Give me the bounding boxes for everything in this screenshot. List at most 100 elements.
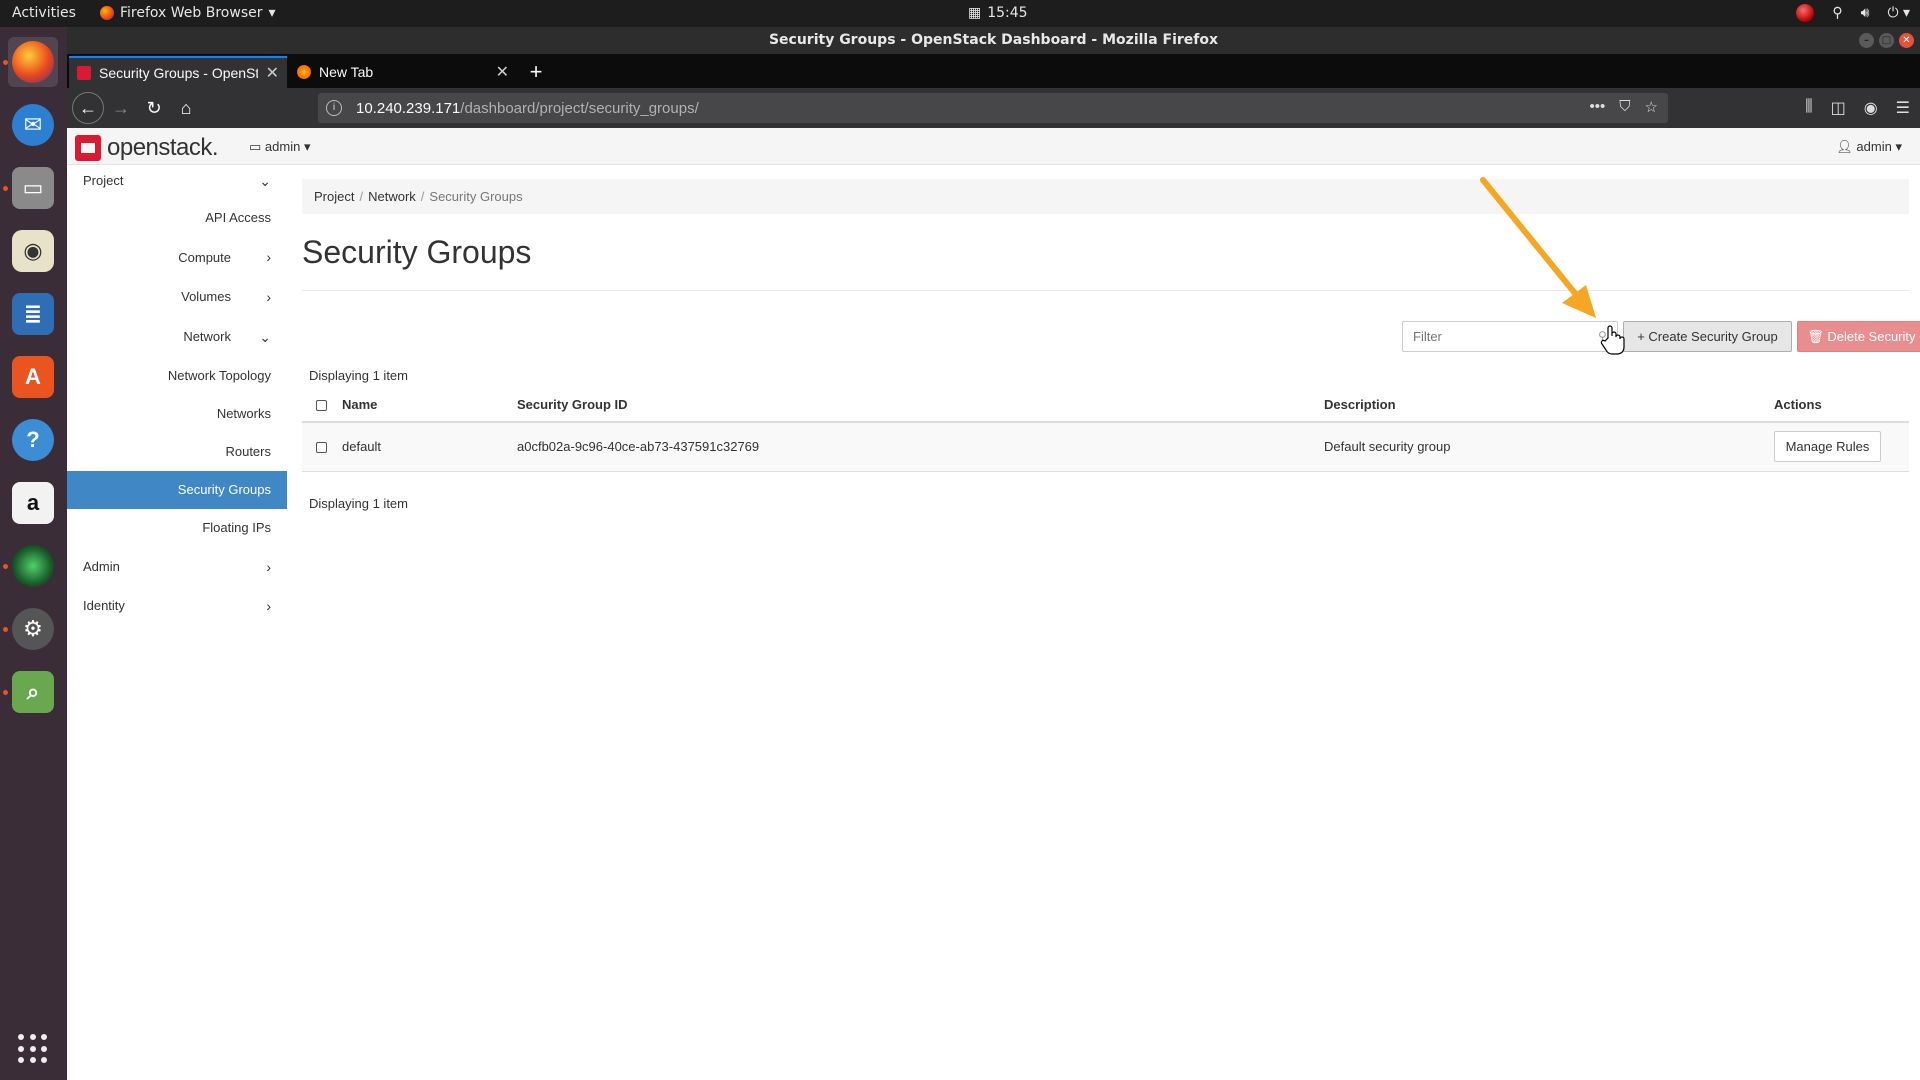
delete-security-groups-button[interactable]: 🗑︎ Delete Security Groups bbox=[1797, 321, 1920, 352]
sidebar-item-compute[interactable]: Compute › bbox=[67, 238, 287, 277]
sidebar-item-label: Floating IPs bbox=[202, 520, 271, 535]
dock-rhythmbox[interactable]: ◉ bbox=[8, 226, 58, 276]
volume-icon[interactable]: 🔊︎ bbox=[1861, 5, 1870, 21]
hamburger-menu-icon[interactable]: ☰ bbox=[1896, 98, 1910, 118]
sidebar-item-routers[interactable]: Routers bbox=[67, 433, 287, 471]
project-icon: ▭ bbox=[249, 139, 262, 154]
sidebar-item-network-topology[interactable]: Network Topology bbox=[67, 357, 287, 395]
title-divider bbox=[302, 290, 1909, 291]
chevron-down-icon: ⌄ bbox=[259, 329, 271, 345]
create-security-group-button[interactable]: + Create Security Group bbox=[1623, 321, 1792, 352]
window-title-bar: Security Groups - OpenStack Dashboard - … bbox=[67, 27, 1920, 54]
manage-rules-button[interactable]: Manage Rules bbox=[1774, 431, 1881, 463]
row-checkbox[interactable] bbox=[316, 442, 327, 454]
window-controls: – □ ✕ bbox=[1859, 33, 1914, 48]
sidebar-item-identity[interactable]: Identity › bbox=[67, 587, 287, 625]
network-icon[interactable]: ⚲ bbox=[1832, 5, 1842, 21]
security-groups-table: Name Security Group ID Description Actio… bbox=[302, 387, 1909, 472]
image-viewer-icon: ⌕ bbox=[12, 671, 54, 713]
site-info-icon[interactable]: i bbox=[326, 100, 342, 116]
chevron-right-icon: › bbox=[266, 559, 271, 575]
user-menu[interactable]: 👤︎ admin ▾ bbox=[1836, 139, 1902, 155]
column-security-group-id[interactable]: Security Group ID bbox=[517, 387, 1324, 423]
browser-tools: ⫼ ◫ ◉ ☰ bbox=[1805, 98, 1910, 118]
trash-icon: 🗑︎ bbox=[1807, 328, 1824, 344]
sidebar: Project ⌄ API Access Compute › Volumes ›… bbox=[67, 165, 287, 625]
cell-name: default bbox=[342, 422, 517, 472]
minimize-button[interactable]: – bbox=[1859, 33, 1874, 48]
openstack-logo[interactable]: openstack. bbox=[75, 134, 219, 162]
firefox-favicon-icon bbox=[297, 65, 311, 79]
mail-icon: ✉ bbox=[12, 104, 54, 146]
column-name[interactable]: Name bbox=[342, 387, 517, 423]
column-description[interactable]: Description bbox=[1324, 387, 1774, 423]
cell-security-group-id[interactable]: a0cfb02a-9c96-40ce-ab73-437591c32769 bbox=[517, 422, 1324, 472]
app-menu[interactable]: Firefox Web Browser ▾ bbox=[100, 5, 276, 21]
dock-firefox[interactable] bbox=[8, 37, 58, 87]
maximize-button[interactable]: □ bbox=[1879, 33, 1894, 48]
sidebar-item-project[interactable]: Project ⌄ bbox=[67, 165, 287, 198]
running-indicator bbox=[3, 564, 8, 569]
activities-button[interactable]: Activities bbox=[12, 5, 76, 21]
sidebar-item-label: Admin bbox=[83, 559, 120, 574]
library-icon[interactable]: ⫼ bbox=[1805, 98, 1812, 118]
sidebar-item-floating-ips[interactable]: Floating IPs bbox=[67, 509, 287, 547]
project-selector[interactable]: ▭ admin ▾ bbox=[249, 139, 311, 155]
home-button[interactable]: ⌂ bbox=[172, 94, 200, 122]
help-icon: ? bbox=[12, 419, 54, 461]
sidebar-toggle-icon[interactable]: ◫ bbox=[1831, 98, 1846, 118]
dock-software[interactable]: A bbox=[8, 352, 58, 402]
account-icon[interactable]: ◉ bbox=[1864, 98, 1878, 118]
dock-files[interactable]: ▭ bbox=[8, 163, 58, 213]
dock-image-viewer[interactable]: ⌕ bbox=[8, 667, 58, 717]
sidebar-item-security-groups[interactable]: Security Groups bbox=[67, 471, 287, 509]
delete-button-label: Delete Security Groups bbox=[1827, 328, 1920, 344]
sidebar-item-api-access[interactable]: API Access bbox=[67, 198, 287, 238]
dock-writer[interactable]: ≣ bbox=[8, 289, 58, 339]
settings-icon: ⚙ bbox=[12, 608, 54, 650]
close-tab-icon[interactable]: ✕ bbox=[496, 62, 509, 82]
firefox-icon bbox=[100, 6, 114, 20]
show-applications-icon[interactable] bbox=[18, 1034, 48, 1064]
sidebar-item-networks[interactable]: Networks bbox=[67, 395, 287, 433]
back-button[interactable]: ← bbox=[72, 92, 104, 124]
tab-security-groups[interactable]: Security Groups - OpenStack Dashboard ✕ bbox=[69, 56, 287, 88]
page-actions-icon[interactable]: ••• bbox=[1590, 98, 1606, 116]
dock-help[interactable]: ? bbox=[8, 415, 58, 465]
sidebar-item-network[interactable]: Network ⌄ bbox=[67, 317, 287, 357]
forward-button[interactable]: → bbox=[107, 94, 135, 122]
pocket-icon[interactable]: ⛉ bbox=[1619, 98, 1630, 116]
breadcrumb-project[interactable]: Project bbox=[314, 189, 354, 204]
select-all-checkbox[interactable] bbox=[316, 399, 327, 411]
breadcrumb-network[interactable]: Network bbox=[368, 189, 416, 204]
new-tab-button[interactable]: + bbox=[522, 58, 550, 86]
url-bar[interactable]: i 10.240.239.171/dashboard/project/secur… bbox=[318, 93, 1668, 123]
caret-down-icon: ▾ bbox=[1895, 139, 1902, 154]
close-tab-icon[interactable]: ✕ bbox=[266, 63, 279, 83]
sidebar-item-volumes[interactable]: Volumes › bbox=[67, 277, 287, 317]
writer-icon: ≣ bbox=[12, 293, 54, 335]
bookmark-star-icon[interactable]: ☆ bbox=[1645, 98, 1658, 116]
search-icon[interactable]: ⚲ bbox=[1598, 329, 1607, 343]
system-tray: ⚲ 🔊︎ ⏻ ▾ bbox=[1796, 4, 1910, 22]
sidebar-item-label: Network bbox=[183, 329, 231, 344]
indicator-icon[interactable] bbox=[1796, 4, 1815, 22]
chevron-right-icon: › bbox=[266, 249, 271, 265]
running-indicator bbox=[3, 186, 8, 191]
project-selector-label: admin bbox=[264, 139, 301, 154]
dock-thunderbird[interactable]: ✉ bbox=[8, 100, 58, 150]
tab-new-tab[interactable]: New Tab ✕ bbox=[289, 56, 517, 88]
filter-input[interactable] bbox=[1402, 321, 1618, 352]
chevron-right-icon: › bbox=[266, 598, 271, 614]
navigation-toolbar: ← → ↻ ⌂ i 10.240.239.171/dashboard/proje… bbox=[67, 88, 1920, 128]
running-indicator bbox=[3, 690, 8, 695]
dock-settings[interactable]: ⚙ bbox=[8, 604, 58, 654]
reload-button[interactable]: ↻ bbox=[140, 94, 168, 122]
close-window-button[interactable]: ✕ bbox=[1899, 33, 1914, 48]
clock[interactable]: ▦ 15:45 bbox=[968, 5, 1028, 21]
dock-globe[interactable] bbox=[8, 541, 58, 591]
sidebar-item-admin[interactable]: Admin › bbox=[67, 547, 287, 587]
dock-amazon[interactable]: a bbox=[8, 478, 58, 528]
globe-icon bbox=[12, 545, 54, 587]
power-icon[interactable]: ⏻ ▾ bbox=[1887, 5, 1910, 21]
